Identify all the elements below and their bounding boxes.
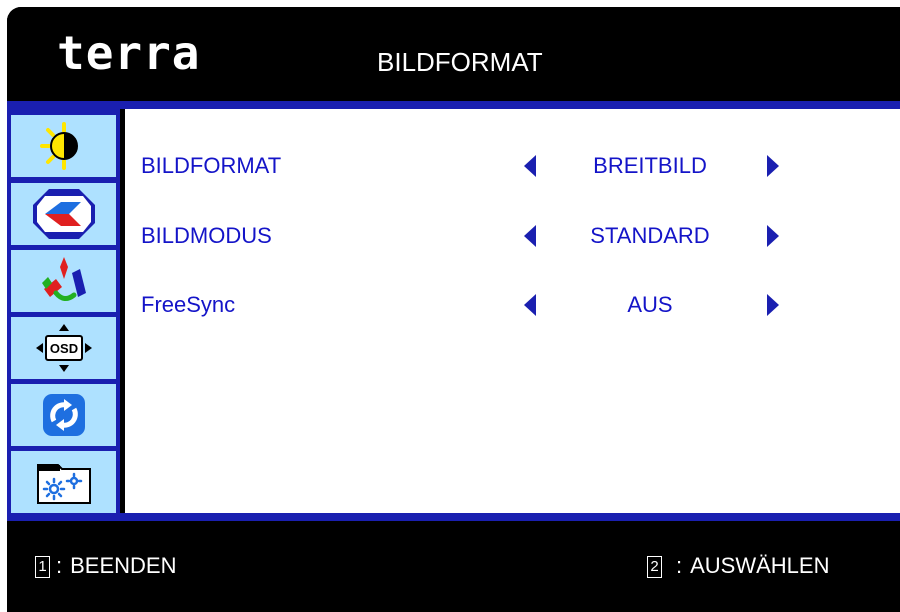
osd-settings-icon: OSD [35, 324, 92, 372]
sidebar-item-picture-format[interactable] [11, 183, 116, 245]
arrow-left-icon[interactable] [522, 154, 538, 178]
exit-hint: 1: BEENDEN [35, 551, 176, 581]
exit-label: BEENDEN [70, 553, 177, 578]
key-separator: : [56, 553, 63, 578]
color-settings-icon [41, 257, 86, 301]
osd-header: terra BILDFORMAT [7, 7, 900, 99]
header-divider [7, 101, 900, 109]
setting-row-bildmodus[interactable]: BILDMODUS STANDARD [125, 216, 900, 256]
sidebar-item-reset[interactable] [11, 384, 116, 446]
setting-label: FreeSync [141, 292, 236, 317]
sidebar-item-osd[interactable]: OSD [11, 317, 116, 379]
setting-value: AUS [627, 292, 673, 317]
key-1-icon: 1 [35, 556, 50, 579]
svg-text:OSD: OSD [49, 341, 77, 356]
picture-format-icon [32, 189, 95, 239]
setting-row-freesync[interactable]: FreeSync AUS [125, 285, 900, 325]
sidebar-item-setup[interactable] [11, 451, 116, 513]
select-label: AUSWÄHLEN [690, 553, 830, 578]
key-2-icon: 2 [647, 556, 662, 579]
settings-panel: BILDFORMAT BREITBILD BILDMODUS STANDARD … [125, 109, 900, 513]
page-title: BILDFORMAT [377, 47, 543, 77]
osd-menu: terra BILDFORMAT OSD BILDFORMAT BREITBIL… [7, 7, 900, 612]
osd-footer: 1: BEENDEN 2: AUSWÄHLEN [7, 521, 900, 612]
setting-row-bildformat[interactable]: BILDFORMAT BREITBILD [125, 146, 900, 186]
setting-value: BREITBILD [593, 153, 707, 178]
brand-logo: terra [57, 26, 201, 80]
setting-value: STANDARD [590, 223, 710, 248]
brightness-contrast-icon [39, 122, 78, 170]
arrow-right-icon[interactable] [765, 224, 781, 248]
select-hint: 2: AUSWÄHLEN [647, 551, 829, 581]
sidebar-item-color[interactable] [11, 250, 116, 312]
arrow-right-icon[interactable] [765, 293, 781, 317]
sidebar-item-brightness[interactable] [11, 115, 116, 177]
arrow-right-icon[interactable] [765, 154, 781, 178]
setting-label: BILDFORMAT [141, 153, 282, 178]
arrow-left-icon[interactable] [522, 224, 538, 248]
key-separator: : [676, 553, 683, 578]
reset-icon [42, 394, 85, 436]
setup-icon [36, 464, 91, 504]
setting-label: BILDMODUS [141, 223, 272, 248]
sidebar: OSD [7, 109, 120, 513]
footer-divider [7, 513, 900, 521]
arrow-left-icon[interactable] [522, 293, 538, 317]
